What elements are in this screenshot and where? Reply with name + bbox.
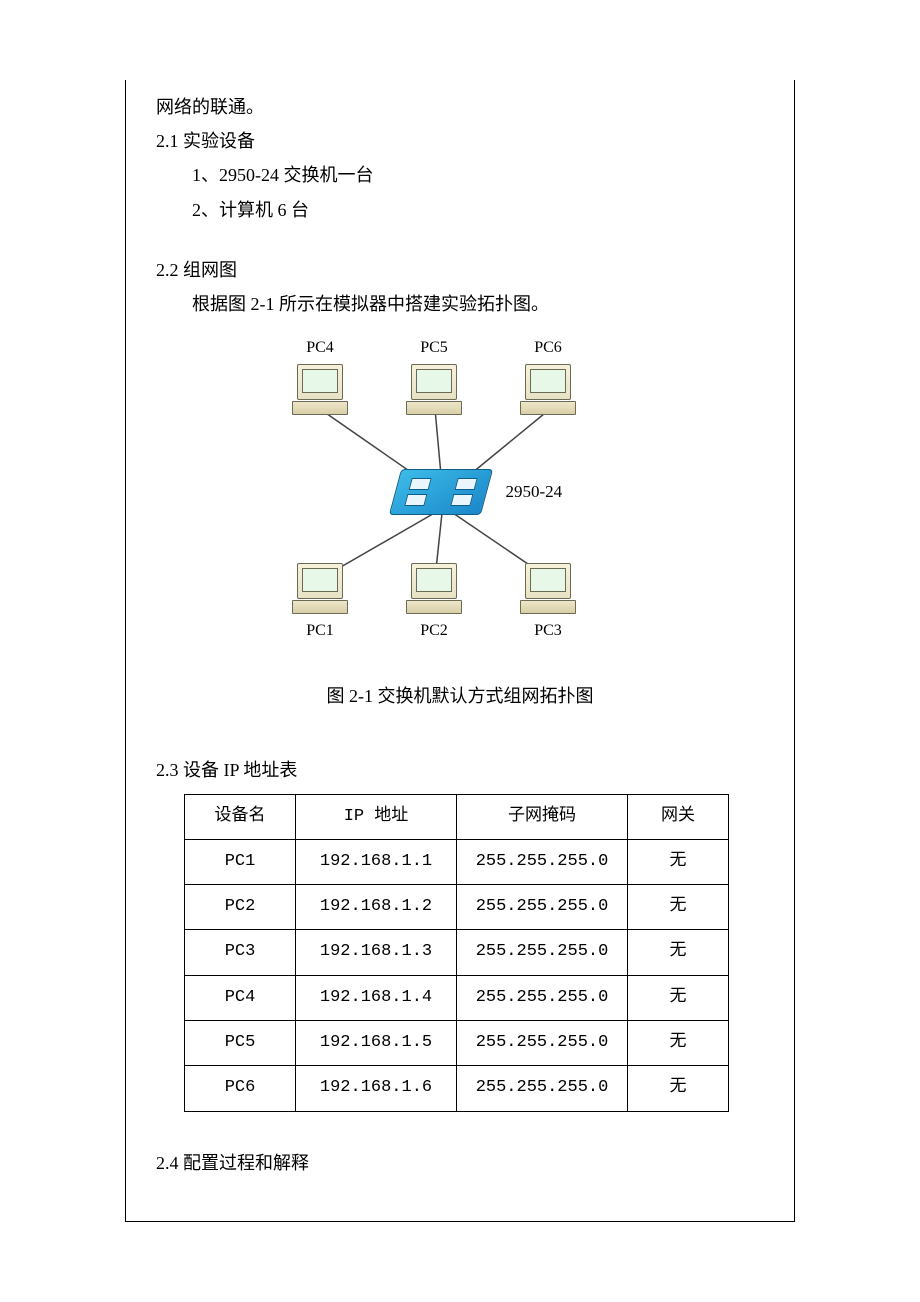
tower-icon	[292, 600, 348, 614]
monitor-icon	[525, 563, 571, 599]
tower-icon	[520, 600, 576, 614]
table-cell: 255.255.255.0	[457, 930, 628, 975]
table-header: 子网掩码	[457, 794, 628, 839]
switch-label: 2950-24	[506, 476, 563, 508]
table-cell: 无	[628, 839, 729, 884]
figure-caption: 图 2-1 交换机默认方式组网拓扑图	[156, 679, 764, 713]
table-header-row: 设备名 IP 地址 子网掩码 网关	[185, 794, 729, 839]
monitor-icon	[297, 563, 343, 599]
table-row: PC2192.168.1.2255.255.255.0无	[185, 885, 729, 930]
monitor-icon	[525, 364, 571, 400]
pc-node-pc6: PC6	[514, 331, 582, 414]
section-2-3-heading: 2.3 设备 IP 地址表	[156, 753, 764, 787]
page-content: 网络的联通。 2.1 实验设备 1、2950-24 交换机一台 2、计算机 6 …	[125, 80, 795, 1222]
pc-label: PC3	[514, 616, 582, 646]
table-row: PC3192.168.1.3255.255.255.0无	[185, 930, 729, 975]
table-header: 设备名	[185, 794, 296, 839]
section-2-4-heading: 2.4 配置过程和解释	[156, 1146, 764, 1180]
table-cell: 无	[628, 975, 729, 1020]
table-cell: 192.168.1.5	[296, 1020, 457, 1065]
table-cell: PC2	[185, 885, 296, 930]
table-body: PC1192.168.1.1255.255.255.0无PC2192.168.1…	[185, 839, 729, 1111]
network-topology-diagram: PC4 PC5 PC6 2950-24	[250, 331, 670, 671]
table-cell: 255.255.255.0	[457, 975, 628, 1020]
pc-node-pc1: PC1	[286, 563, 354, 646]
table-cell: 255.255.255.0	[457, 839, 628, 884]
table-cell: PC1	[185, 839, 296, 884]
table-cell: PC5	[185, 1020, 296, 1065]
table-header: 网关	[628, 794, 729, 839]
table-cell: 192.168.1.3	[296, 930, 457, 975]
pc-label: PC2	[400, 616, 468, 646]
table-cell: PC4	[185, 975, 296, 1020]
table-cell: 255.255.255.0	[457, 1020, 628, 1065]
table-row: PC6192.168.1.6255.255.255.0无	[185, 1066, 729, 1111]
section-2-2-heading: 2.2 组网图	[156, 253, 764, 287]
table-header: IP 地址	[296, 794, 457, 839]
switch-node: 2950-24	[395, 469, 562, 515]
table-cell: 192.168.1.6	[296, 1066, 457, 1111]
paragraph-continuation: 网络的联通。	[156, 90, 764, 124]
table-cell: 255.255.255.0	[457, 1066, 628, 1111]
table-cell: PC3	[185, 930, 296, 975]
ip-address-table: 设备名 IP 地址 子网掩码 网关 PC1192.168.1.1255.255.…	[184, 794, 729, 1112]
table-row: PC5192.168.1.5255.255.255.0无	[185, 1020, 729, 1065]
table-row: PC4192.168.1.4255.255.255.0无	[185, 975, 729, 1020]
equipment-item-2: 2、计算机 6 台	[156, 193, 764, 227]
tower-icon	[520, 401, 576, 415]
pc-node-pc3: PC3	[514, 563, 582, 646]
table-cell: 无	[628, 1020, 729, 1065]
table-cell: 192.168.1.1	[296, 839, 457, 884]
equipment-item-1: 1、2950-24 交换机一台	[156, 158, 764, 192]
table-cell: 192.168.1.4	[296, 975, 457, 1020]
pc-node-pc2: PC2	[400, 563, 468, 646]
pc-label: PC1	[286, 616, 354, 646]
table-cell: 192.168.1.2	[296, 885, 457, 930]
tower-icon	[406, 600, 462, 614]
switch-icon	[389, 469, 493, 515]
pc-node-pc4: PC4	[286, 331, 354, 414]
table-head: 设备名 IP 地址 子网掩码 网关	[185, 794, 729, 839]
table-cell: 无	[628, 885, 729, 930]
pc-node-pc5: PC5	[400, 331, 468, 414]
pc-label: PC4	[286, 333, 354, 363]
table-cell: 无	[628, 1066, 729, 1111]
monitor-icon	[411, 364, 457, 400]
tower-icon	[406, 401, 462, 415]
monitor-icon	[297, 364, 343, 400]
section-2-1-heading: 2.1 实验设备	[156, 124, 764, 158]
table-cell: PC6	[185, 1066, 296, 1111]
section-2-2-description: 根据图 2-1 所示在模拟器中搭建实验拓扑图。	[156, 287, 764, 321]
tower-icon	[292, 401, 348, 415]
table-row: PC1192.168.1.1255.255.255.0无	[185, 839, 729, 884]
pc-label: PC5	[400, 333, 468, 363]
table-cell: 无	[628, 930, 729, 975]
pc-label: PC6	[514, 333, 582, 363]
monitor-icon	[411, 563, 457, 599]
table-cell: 255.255.255.0	[457, 885, 628, 930]
